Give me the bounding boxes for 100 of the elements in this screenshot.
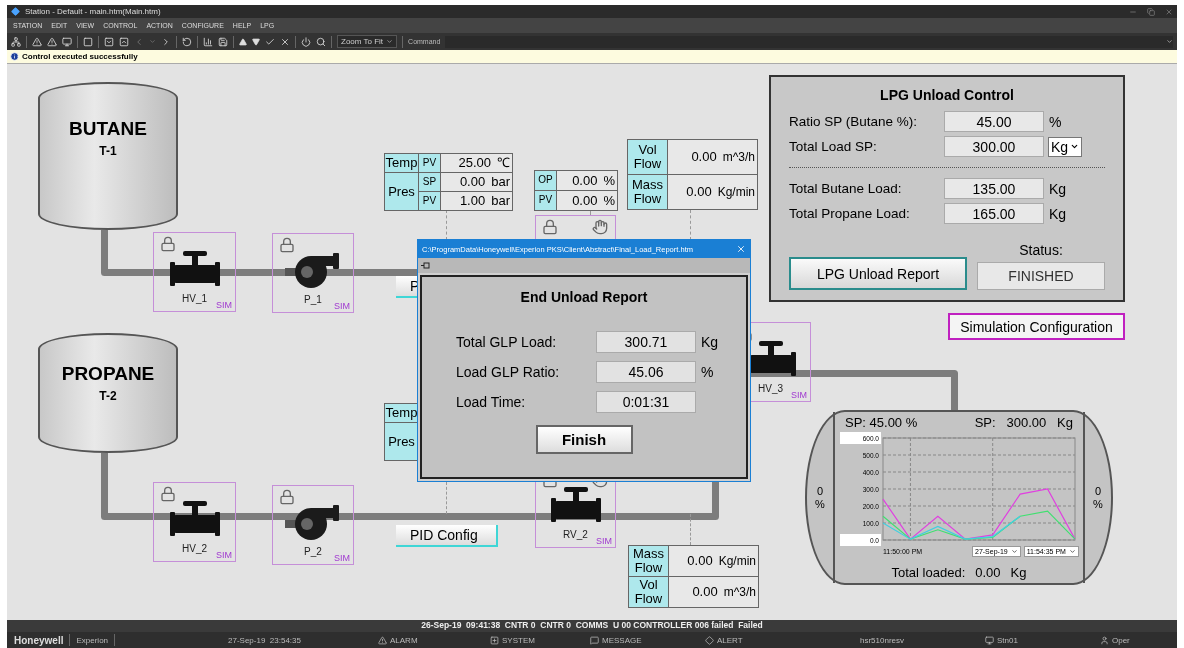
lock-icon	[160, 236, 176, 252]
setpoint-text: SP: 45.00 %	[845, 415, 918, 430]
monitor-icon	[985, 635, 994, 645]
cancel-icon[interactable]	[280, 36, 290, 47]
valve-icon	[169, 501, 220, 539]
table-cell: Vol Flow	[629, 577, 669, 608]
value-field: 45.06	[596, 361, 696, 383]
unit-text: %	[603, 173, 615, 188]
total-label: Total loaded:	[891, 565, 966, 580]
forward-icon[interactable]	[161, 36, 171, 47]
table-cell: Mass Flow	[629, 546, 669, 577]
field-label: Ratio SP (Butane %):	[789, 114, 919, 129]
table-cell: Vol Flow	[628, 140, 668, 175]
down-icon[interactable]	[252, 37, 260, 46]
product-text: Experion	[76, 635, 109, 645]
status-tab[interactable]: SYSTEM	[490, 635, 590, 645]
value-text: 0.00	[687, 554, 713, 568]
lock-icon	[160, 486, 176, 502]
value-field[interactable]: 135.00	[944, 178, 1044, 199]
refresh-icon[interactable]	[182, 36, 192, 47]
lock-icon	[279, 489, 295, 505]
unit-text: Kg	[701, 334, 719, 350]
pid-config-button[interactable]: PID Config	[396, 525, 498, 547]
spinner-icon	[1068, 548, 1076, 555]
status-tab[interactable]: ALERT	[705, 635, 860, 645]
table-cell: Pres	[385, 173, 419, 211]
level-text: 0 %	[815, 485, 825, 510]
status-tab[interactable]: ALARM	[378, 635, 490, 645]
caret-icon	[1070, 142, 1080, 151]
unit-text: %	[701, 364, 714, 380]
field-label: Load Time:	[456, 394, 527, 410]
mode-label: SIM	[596, 536, 612, 546]
app-icon	[11, 7, 20, 16]
pump-icon	[285, 250, 341, 290]
alarm-icon[interactable]	[47, 36, 57, 47]
table-cell: Pres	[385, 423, 419, 461]
mode-label: SIM	[334, 553, 350, 563]
up-icon[interactable]	[239, 37, 247, 46]
value-text: 0.00	[691, 150, 717, 164]
station-name[interactable]: Stn01	[985, 635, 1100, 645]
window-title: Station - Default - main.htm(Main.htm)	[25, 7, 161, 16]
chart-icon[interactable]	[203, 36, 213, 47]
value-text: 0.00	[572, 193, 598, 208]
field-label: Load GLP Ratio:	[456, 364, 561, 380]
unit-select[interactable]: Kg	[1048, 136, 1083, 157]
total-value: 0.00	[975, 565, 1001, 580]
value-field[interactable]: 165.00	[944, 203, 1044, 224]
chevron-up-icon[interactable]	[119, 36, 129, 47]
unit-text: Kg/min	[718, 554, 756, 568]
mode-label: SIM	[216, 550, 232, 560]
mode-label: SIM	[791, 390, 807, 400]
field-label: Total Propane Load:	[789, 206, 911, 221]
value-field[interactable]: 300.00	[944, 136, 1044, 157]
zoom-dropdown[interactable]: Zoom To Fit	[337, 35, 398, 48]
power-icon[interactable]	[301, 36, 311, 47]
value-text: 25.00	[458, 156, 491, 170]
value-field[interactable]: 45.00	[944, 111, 1044, 132]
status-label: Status:	[1019, 242, 1063, 258]
panel-title: LPG Unload Control	[879, 87, 1015, 103]
save-icon[interactable]	[218, 36, 228, 47]
command-field[interactable]	[445, 35, 1173, 48]
status-message: 26-Sep-19 09:41:38 CNTR 0 CNTR 0 COMMS U 00 CONTROLLER 006 failed Failed	[7, 620, 1177, 632]
finish-button[interactable]: Finish	[535, 425, 633, 454]
alarm-icon[interactable]	[32, 36, 42, 47]
unit-text: bar	[491, 194, 510, 208]
check-icon[interactable]	[265, 36, 275, 47]
unit-text: Kg	[1049, 205, 1067, 222]
unit-text: m^3/h	[722, 150, 755, 164]
unit-text: Kg/min	[717, 185, 755, 199]
table-cell: PV	[419, 192, 441, 211]
close-icon[interactable]	[1165, 7, 1173, 16]
value-field: 0:01:31	[596, 391, 696, 413]
unit-text: Kg	[1010, 565, 1027, 580]
chevron-down-icon[interactable]	[104, 36, 114, 47]
status-field: FINISHED	[977, 262, 1105, 290]
table-cell: OP	[535, 171, 557, 191]
report-button[interactable]: LPG Unload Report	[789, 257, 967, 290]
range-field[interactable]	[840, 534, 881, 546]
monitor-icon[interactable]	[62, 36, 72, 47]
mode-label: SIM	[334, 301, 350, 311]
table-cell: Mass Flow	[628, 175, 668, 210]
value-text: 0.00	[572, 173, 598, 188]
table-cell: PV	[535, 191, 557, 211]
pin-icon[interactable]	[421, 262, 430, 269]
tank-name: BUTANE	[69, 118, 147, 140]
search-icon[interactable]	[316, 36, 326, 47]
close-icon[interactable]	[736, 244, 746, 254]
range-field[interactable]	[840, 432, 881, 444]
status-tab[interactable]: MESSAGE	[590, 635, 705, 645]
value-text: 0.00	[692, 585, 718, 599]
unit-text: Kg	[1049, 180, 1067, 197]
network-icon[interactable]	[11, 36, 21, 47]
unit-text: %	[603, 193, 615, 208]
square-icon[interactable]	[83, 36, 93, 47]
value-field: 300.71	[596, 331, 696, 353]
system-icon	[490, 635, 499, 645]
setpoint-text: SP: 300.00 Kg	[974, 415, 1073, 430]
simulation-button[interactable]: Simulation Configuration	[948, 313, 1125, 340]
operator-name[interactable]: Oper	[1100, 635, 1170, 645]
valve-icon	[550, 487, 601, 525]
